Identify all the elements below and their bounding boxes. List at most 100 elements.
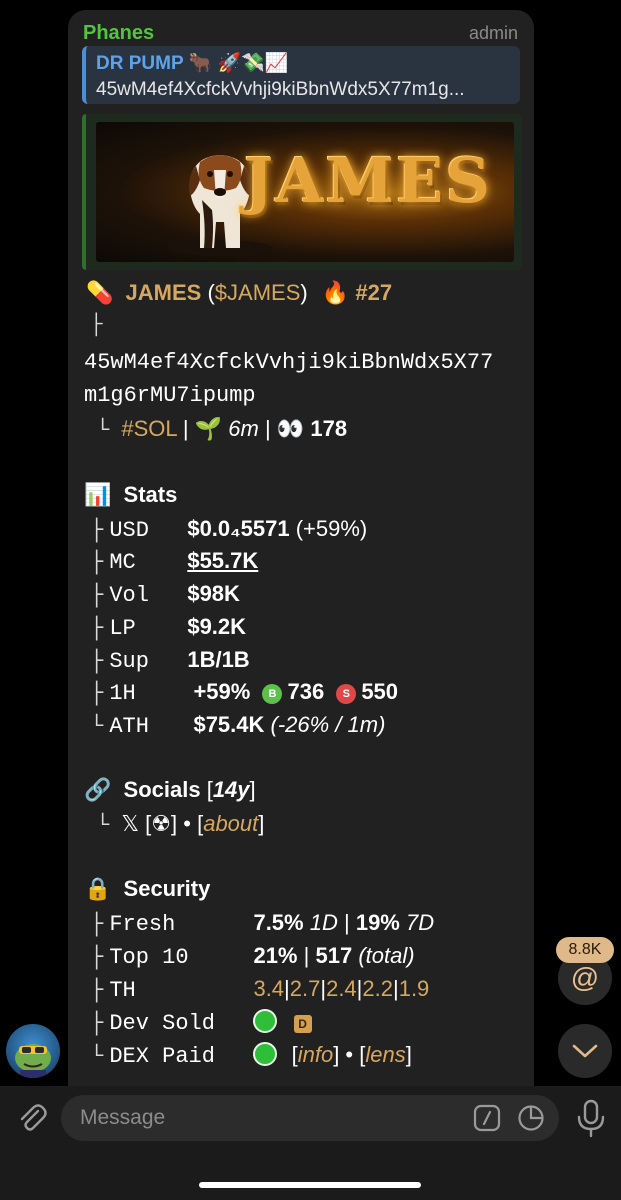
stats-row: ├ Sup 1B/1B — [90, 647, 250, 674]
sender-avatar[interactable] — [6, 1024, 60, 1078]
security-row-dev-sold: ├ Dev Sold D — [90, 1009, 312, 1036]
token-header: 💊 JAMES ($JAMES) 🔥 #27 — [86, 280, 392, 306]
tree-prefix: ├ — [90, 583, 104, 608]
socials-title: Socials — [123, 777, 201, 802]
tree-branch: ├ — [90, 314, 103, 337]
about-close: ] — [258, 811, 265, 836]
token-paren-close: ) — [300, 280, 308, 305]
link-preview[interactable]: JAMES — [82, 114, 522, 270]
bullet-separator: • [ — [177, 811, 204, 836]
th-value[interactable]: 3.4 — [253, 976, 284, 1001]
banner-image[interactable]: JAMES — [96, 122, 514, 262]
mention-jump[interactable]: @ 8.8K — [556, 937, 614, 1005]
tree-prefix: ├ — [90, 978, 104, 1003]
green-circle-icon — [253, 1009, 278, 1033]
tree-prefix: ├ — [90, 550, 104, 575]
info-link[interactable]: info — [298, 1042, 333, 1067]
tree-end: └ — [96, 418, 110, 443]
fresh-7d-value: 19% — [355, 910, 400, 935]
sender-role: admin — [468, 23, 518, 43]
dev-badge-icon[interactable]: D — [293, 1015, 312, 1033]
tree-prefix: └ — [90, 714, 104, 739]
stat-value: $9.2K — [187, 614, 247, 639]
contract-address-line1[interactable]: 45wM4ef4XcfckVvhji9kiBbnWdx5X77 — [84, 350, 493, 375]
sell-badge-icon: S — [336, 684, 357, 704]
about-link[interactable]: about — [203, 811, 258, 836]
token-meta-line: └ #SOL | 🌱 6m | 👀 178 — [96, 416, 347, 443]
separator: | — [264, 416, 271, 441]
stats-row: ├ MC $55.7K — [90, 548, 258, 575]
stat-value[interactable]: $55.7K — [187, 548, 258, 573]
stat-value: $98K — [187, 581, 240, 606]
stat-value: $0.0₄5571 — [187, 516, 290, 541]
stats-row: ├ LP $9.2K — [90, 614, 246, 641]
lock-icon: 🔒 — [84, 876, 112, 901]
message-placeholder: Message — [80, 1106, 166, 1129]
security-label: TH — [109, 978, 136, 1003]
radioactive-icon[interactable]: ☢ — [151, 811, 171, 836]
stat-label: USD — [109, 518, 149, 543]
message-bubble[interactable]: Phanes admin DR PUMP 🐂 🚀💸📈 45wM4ef4Xcfck… — [68, 10, 534, 1100]
buy-count: 736 — [287, 679, 325, 704]
stat-label: ATH — [109, 714, 149, 739]
security-heading: 🔒 Security — [84, 876, 210, 902]
home-indicator — [199, 1182, 421, 1188]
message-composer: Message — [0, 1086, 621, 1200]
sticker-icon — [518, 1105, 544, 1131]
separator: | — [343, 910, 350, 935]
attach-button[interactable] — [14, 1100, 50, 1136]
contract-address-line2[interactable]: m1g6rMU7ipump — [84, 383, 256, 408]
link-icon: 🔗 — [84, 777, 112, 802]
slash-command-icon — [473, 1104, 501, 1132]
separator: | — [303, 943, 310, 968]
th-value[interactable]: 1.9 — [399, 976, 430, 1001]
fresh-7d-label: 7D — [406, 910, 435, 935]
th-value[interactable]: 2.2 — [362, 976, 393, 1001]
socials-age: 14y — [212, 777, 250, 802]
socials-links: └ 𝕏 [☢] • [about] — [96, 811, 264, 838]
chain-tag[interactable]: #SOL — [121, 416, 176, 441]
fresh-1d-label: 1D — [309, 910, 338, 935]
x-icon[interactable]: 𝕏 — [121, 811, 139, 836]
banner-word: JAMES — [243, 144, 492, 217]
token-age: 6m — [228, 416, 259, 441]
reply-title: DR PUMP 🐂 🚀💸📈 — [96, 53, 289, 74]
bracket-mid: ] • [ — [333, 1042, 366, 1067]
security-title: Security — [123, 876, 211, 901]
reply-preview[interactable]: DR PUMP 🐂 🚀💸📈 45wM4ef4XcfckVvhji9kiBbnWd… — [82, 46, 520, 104]
top10-total: 517 — [315, 943, 353, 968]
tree-prefix: ├ — [90, 616, 104, 641]
token-name[interactable]: JAMES — [126, 280, 202, 305]
tree-prefix: └ — [90, 1044, 104, 1069]
tree-prefix: ├ — [90, 912, 104, 937]
token-rank[interactable]: #27 — [355, 280, 392, 305]
sell-count: 550 — [361, 679, 399, 704]
stat-value: $75.4K — [193, 712, 265, 737]
commands-button[interactable] — [473, 1104, 501, 1132]
security-row-fresh: ├ Fresh 7.5% 1D | 19% 7D — [90, 910, 434, 937]
separator: | — [182, 416, 189, 441]
sticker-button[interactable] — [517, 1104, 545, 1132]
reply-text: 45wM4ef4XcfckVvhji9kiBbnWdx5X77m1g... — [96, 79, 465, 100]
frog-avatar-icon — [15, 1044, 51, 1078]
token-symbol[interactable]: $JAMES — [215, 280, 301, 305]
security-label: Fresh — [109, 912, 176, 937]
lens-link[interactable]: lens — [365, 1042, 405, 1067]
stats-row: ├ Vol $98K — [90, 581, 240, 608]
voice-button[interactable] — [574, 1098, 608, 1138]
tree-prefix: ├ — [90, 681, 104, 706]
message-input[interactable]: Message — [61, 1095, 559, 1141]
sender-name[interactable]: Phanes — [83, 22, 154, 45]
scroll-down-button[interactable] — [558, 1024, 612, 1078]
th-value[interactable]: 2.4 — [326, 976, 357, 1001]
top10-note: (total) — [358, 943, 415, 968]
security-label: Dev Sold — [109, 1011, 215, 1036]
stat-label: Vol — [109, 583, 149, 608]
tree-prefix: ├ — [90, 518, 104, 543]
stat-extra: (-26% / 1m) — [270, 712, 386, 737]
socials-heading: 🔗 Socials [14y] — [84, 777, 256, 803]
tree-end: └ — [96, 813, 110, 838]
pill-icon: 💊 — [86, 280, 114, 305]
th-value[interactable]: 2.7 — [290, 976, 321, 1001]
stat-label: 1H — [109, 681, 136, 706]
